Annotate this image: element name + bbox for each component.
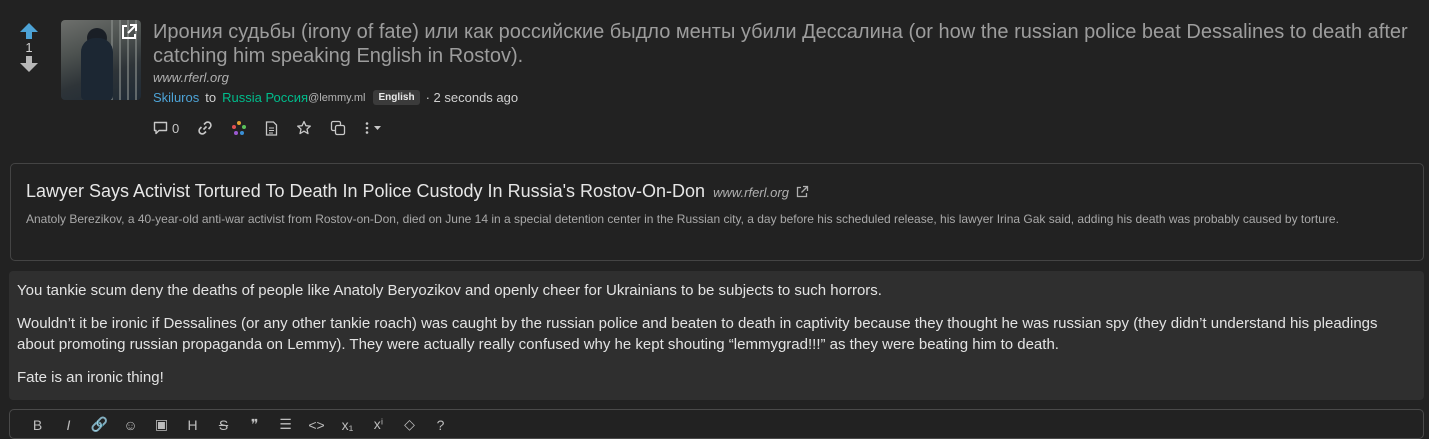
superscript-button[interactable]: xⁱ [363, 416, 394, 433]
comment-count: 0 [172, 120, 180, 136]
body-paragraph: Wouldn’t it be ironic if Dessalines (or … [17, 315, 1378, 353]
post-title[interactable]: Ирония судьбы (irony of fate) или как ро… [153, 20, 1413, 68]
to-label: to [205, 90, 217, 105]
post-actions: 0 [153, 118, 404, 138]
author-link[interactable]: Skiluros [153, 90, 199, 105]
vote-column: 1 [18, 22, 40, 73]
fediverse-icon [232, 121, 247, 135]
header-button[interactable]: H [177, 417, 208, 433]
post-score: 1 [25, 40, 33, 55]
view-source-button[interactable] [265, 120, 278, 136]
card-description: Anatoly Berezikov, a 40-year-old anti-wa… [26, 212, 1339, 226]
card-title[interactable]: Lawyer Says Activist Tortured To Death I… [26, 181, 705, 202]
copy-link-button[interactable] [197, 120, 213, 136]
upvote-arrow-icon[interactable] [18, 22, 40, 40]
code-button[interactable]: <> [301, 417, 332, 433]
quote-button[interactable]: ❞ [239, 416, 270, 433]
post-body: You tankie scum deny the deaths of peopl… [9, 271, 1424, 400]
downvote-arrow-icon[interactable] [18, 55, 40, 73]
bold-button[interactable]: B [22, 417, 53, 433]
file-icon [266, 120, 278, 136]
list-button[interactable]: ☰ [270, 416, 301, 433]
help-button[interactable]: ? [425, 417, 456, 433]
crosspost-button[interactable] [330, 120, 346, 136]
card-domain: www.rferl.org [713, 185, 789, 200]
strikethrough-button[interactable]: S [208, 417, 239, 433]
community-link[interactable]: Russia Россия [222, 90, 308, 105]
emoji-button[interactable]: ☺ [115, 417, 146, 433]
image-button[interactable]: ▣ [146, 416, 177, 433]
post-time: · 2 seconds ago [425, 90, 519, 105]
more-options-button[interactable] [364, 121, 386, 135]
italic-button[interactable]: I [53, 417, 84, 433]
post-domain: www.rferl.org [153, 70, 229, 85]
fediverse-button[interactable] [231, 120, 247, 136]
editor-toolbar: B I 🔗 ☺ ▣ H S ❞ ☰ <> x₁ xⁱ ◇ ? [22, 416, 456, 433]
link-button[interactable]: 🔗 [84, 416, 115, 433]
body-paragraph: You tankie scum deny the deaths of peopl… [17, 282, 882, 299]
external-link-icon [122, 24, 137, 39]
save-button[interactable] [296, 120, 312, 136]
community-instance: @lemmy.ml [308, 91, 366, 104]
card-title-row: Lawyer Says Activist Tortured To Death I… [26, 181, 809, 202]
subscript-button[interactable]: x₁ [332, 417, 363, 433]
external-link-icon [796, 185, 809, 197]
post-thumbnail[interactable] [61, 20, 141, 100]
star-icon [297, 120, 312, 135]
post-meta: Skiluros to Russia Россия @lemmy.ml Engl… [153, 90, 518, 105]
comments-button[interactable]: 0 [153, 121, 179, 136]
body-paragraph: Fate is an ironic thing! [17, 369, 164, 386]
comment-editor[interactable]: B I 🔗 ☺ ▣ H S ❞ ☰ <> x₁ xⁱ ◇ ? [9, 409, 1424, 439]
link-icon [198, 121, 212, 135]
link-preview-card[interactable]: Lawyer Says Activist Tortured To Death I… [10, 163, 1424, 261]
language-badge: English [373, 90, 420, 105]
copy-icon [331, 120, 346, 136]
comment-icon [153, 121, 168, 135]
more-dots-icon [365, 122, 382, 134]
spoiler-button[interactable]: ◇ [394, 416, 425, 433]
